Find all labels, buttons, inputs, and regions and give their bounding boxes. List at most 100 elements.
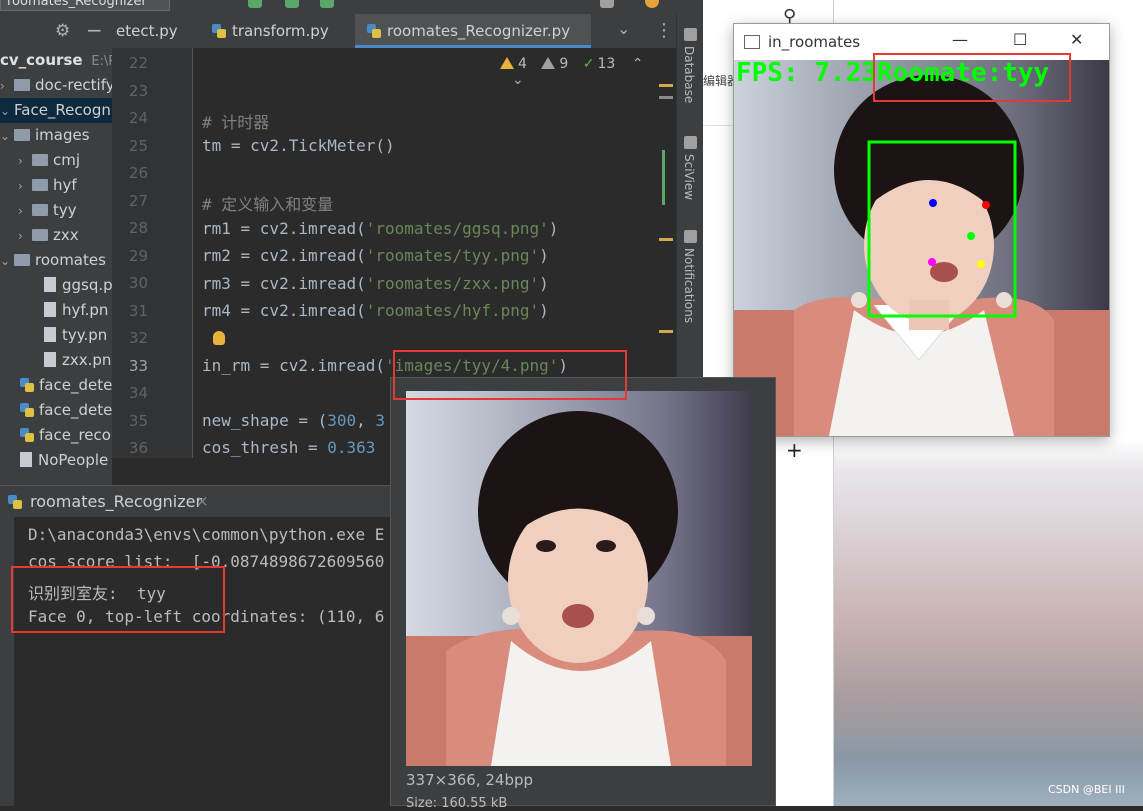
tree-item-doc-rectify[interactable]: ›doc-rectify-c <box>0 73 112 98</box>
tree-item-cv-course[interactable]: cv_course E:\Py <box>0 48 112 73</box>
run-config-selector[interactable]: roomates_Recognizer <box>0 0 170 11</box>
code-line-35: new_shape = (300, 3 <box>202 411 386 430</box>
chevron-down-icon: ⌄ <box>0 129 11 143</box>
tab-detect[interactable]: etect.py <box>112 14 208 48</box>
tree-item-ggsq[interactable]: ggsq.p <box>0 273 112 298</box>
chevron-right-icon: › <box>18 179 23 193</box>
more-options-icon[interactable]: ⋮ <box>655 20 673 41</box>
portrait-image <box>734 60 1109 436</box>
folder-icon <box>14 254 30 266</box>
chevron-right-icon: › <box>0 79 5 93</box>
image-file-icon <box>20 452 32 467</box>
tab-list-chevron-icon[interactable]: ⌄ <box>617 19 630 38</box>
tree-item-images[interactable]: ⌄ images <box>0 123 90 148</box>
tree-item-hyf[interactable]: › hyf <box>0 173 77 198</box>
face-image: FPS: 7.23 Roomate:tyy <box>734 60 1109 436</box>
line-number: 27 <box>128 192 148 210</box>
python-run-icon <box>8 495 22 509</box>
settings-gear-icon[interactable]: ⚙ <box>55 21 70 41</box>
profile-icon[interactable] <box>600 0 614 8</box>
folder-icon <box>14 129 30 141</box>
editor-tab-bar: etect.py transform.py roomates_Recognize… <box>112 14 676 49</box>
highlight-box-roomate-label <box>873 53 1071 102</box>
tree-item-face-detect-2[interactable]: face_dete <box>0 398 112 423</box>
tab-roomates-recognizer[interactable]: roomates_Recognizer.py <box>355 14 591 48</box>
close-icon[interactable]: × <box>196 492 209 510</box>
run-tab-label[interactable]: roomates_Recognizer <box>30 492 202 511</box>
updates-icon[interactable] <box>645 0 659 8</box>
sciview-icon <box>684 136 697 149</box>
warning-icon <box>500 57 514 69</box>
tree-item-cmj[interactable]: › cmj <box>0 148 80 173</box>
database-icon <box>684 28 697 41</box>
line-number: 23 <box>128 82 148 100</box>
database-tool-button[interactable]: Database <box>682 46 696 103</box>
chevron-down-icon[interactable]: ⌄ <box>512 72 524 88</box>
console-line: D:\anaconda3\envs\common\python.exe E <box>28 525 385 544</box>
line-number: 24 <box>128 109 148 127</box>
python-file-icon <box>212 24 226 38</box>
ok-count: 13 <box>597 56 616 72</box>
minimize-button[interactable]: — <box>952 30 968 49</box>
folder-icon <box>32 204 48 216</box>
window-title: in_roomates <box>768 33 861 51</box>
warning-count: 4 <box>518 56 527 72</box>
tree-item-face-detect-1[interactable]: face_dete <box>0 373 112 398</box>
title-strip: roomates_Recognizer <box>0 0 703 14</box>
tree-item-hyf-png[interactable]: hyf.pn <box>0 298 108 323</box>
line-number: 22 <box>128 54 148 72</box>
project-tree: cv_course E:\Py ›doc-rectify-c ⌄Face_Rec… <box>0 48 112 485</box>
run-icon[interactable] <box>248 0 262 8</box>
chevron-up-icon[interactable]: ⌃ <box>632 56 644 72</box>
tree-item-roomates[interactable]: ⌄ roomates <box>0 248 106 273</box>
tree-item-tyy[interactable]: › tyy <box>0 198 77 223</box>
line-number: 30 <box>128 274 148 292</box>
code-line-31: rm4 = cv2.imread('roomates/hyf.png') <box>202 301 549 320</box>
fps-overlay: FPS: 7.23 <box>736 60 877 88</box>
python-file-icon <box>20 428 34 442</box>
notifications-tool-button[interactable]: Notifications <box>682 248 696 323</box>
line-number: 35 <box>128 412 148 430</box>
coverage-icon[interactable] <box>320 0 334 8</box>
crosshair-cursor-icon: + <box>786 438 803 462</box>
inspection-widget[interactable]: 4 9 ✓ 13 ⌃ ⌄ <box>500 56 670 88</box>
scroll-marker <box>659 84 673 87</box>
image-size: Size: 160.55 kB <box>406 796 508 811</box>
code-line-25: tm = cv2.TickMeter() <box>202 136 395 155</box>
line-number: 25 <box>128 137 148 155</box>
folder-icon <box>32 154 48 166</box>
code-line-36: cos_thresh = 0.363 <box>202 438 376 457</box>
maximize-button[interactable]: ☐ <box>1013 30 1027 49</box>
tree-item-tyy-png[interactable]: tyy.pn <box>0 323 107 348</box>
image-file-icon <box>44 302 56 317</box>
minimize-panel-icon[interactable]: − <box>86 18 103 42</box>
tree-item-nopeople[interactable]: NoPeople <box>0 448 108 473</box>
scroll-marker <box>659 330 673 333</box>
tree-item-face-reco[interactable]: face_reco <box>0 423 111 448</box>
close-window-button[interactable]: ✕ <box>1070 30 1083 49</box>
chevron-right-icon: › <box>18 154 23 168</box>
check-icon: ✓ <box>582 56 595 72</box>
line-number: 29 <box>128 247 148 265</box>
code-line-24: # 计时器 <box>202 113 270 132</box>
highlight-box-console-result <box>11 566 225 633</box>
sciview-tool-button[interactable]: SciView <box>682 154 696 200</box>
scroll-marker <box>662 150 665 205</box>
tab-transform[interactable]: transform.py <box>208 14 360 48</box>
chevron-down-icon: ⌄ <box>0 104 11 118</box>
code-line-27: # 定义输入和变量 <box>202 195 334 214</box>
window-icon <box>744 35 760 49</box>
run-side-toolbar <box>0 517 14 806</box>
python-file-icon <box>20 403 34 417</box>
tree-item-zxx-png[interactable]: zxx.pn <box>0 348 111 373</box>
line-number: 28 <box>128 219 148 237</box>
tree-item-zxx[interactable]: › zxx <box>0 223 79 248</box>
lightbulb-icon[interactable] <box>213 331 225 345</box>
debug-icon[interactable] <box>285 0 299 8</box>
image-file-icon <box>44 277 56 292</box>
preview-portrait <box>406 391 752 766</box>
tree-item-face-recogn[interactable]: ⌄ Face_Recogn <box>0 98 112 123</box>
chevron-down-icon: ⌄ <box>0 254 11 268</box>
chevron-right-icon: › <box>18 229 23 243</box>
scroll-marker <box>659 96 673 99</box>
